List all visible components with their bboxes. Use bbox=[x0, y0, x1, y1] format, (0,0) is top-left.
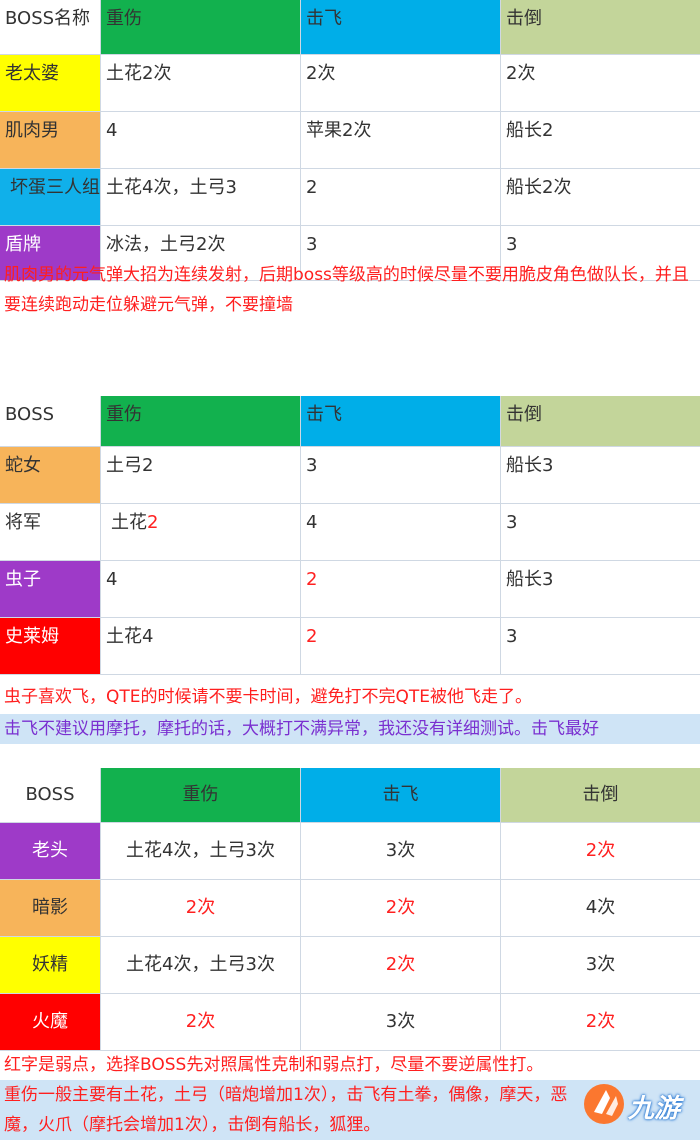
note-muscle-man: 肌肉男的元气弹大招为连续发射，后期boss等级高的时候尽量不要用脆皮角色做队长，… bbox=[4, 265, 689, 315]
header-heavy: 重伤 bbox=[101, 396, 301, 446]
header-boss: BOSS名称 bbox=[0, 0, 101, 54]
cell-knockdown: 船长3 bbox=[506, 455, 554, 476]
header-knockdown: 击倒 bbox=[501, 768, 700, 822]
cell-knockup: 4 bbox=[301, 504, 501, 560]
header-knockdown: 击倒 bbox=[501, 0, 700, 54]
cell-heavy: 4 bbox=[101, 561, 301, 617]
cell-knockdown: 船长2 bbox=[506, 120, 554, 141]
table-row: 火魔 2次 3次 2次 bbox=[0, 994, 700, 1051]
boss-name: 史莱姆 bbox=[0, 618, 101, 674]
cell-knockdown: 3 bbox=[506, 512, 518, 533]
header-knockup: 击飞 bbox=[301, 0, 501, 54]
table-row: 坏蛋三人组 土花4次，土弓3 2 船长2次 bbox=[0, 169, 700, 226]
cell-knockdown: 3 bbox=[506, 626, 518, 647]
cell-knockup-weak: 2次 bbox=[301, 880, 501, 936]
cell-knockdown: 2次 bbox=[506, 63, 536, 84]
watermark-text: 九游 bbox=[628, 1094, 681, 1124]
header-boss: BOSS bbox=[0, 768, 101, 822]
cell-heavy: 土花2次 bbox=[101, 55, 301, 111]
boss-name: 将军 bbox=[0, 504, 101, 560]
cell-knockup-weak: 2 bbox=[301, 561, 501, 617]
boss-name: 蛇女 bbox=[0, 447, 101, 503]
cell-heavy: 土花4次，土弓3次 bbox=[101, 937, 301, 993]
table-row: 暗影 2次 2次 4次 bbox=[0, 880, 700, 937]
table-row: 妖精 土花4次，土弓3次 2次 3次 bbox=[0, 937, 700, 994]
table-row: 肌肉男 4 苹果2次 船长2 bbox=[0, 112, 700, 169]
header-boss: BOSS bbox=[0, 396, 101, 446]
header-knockdown: 击倒 bbox=[501, 396, 700, 446]
cell-knockdown-weak: 2次 bbox=[585, 1011, 616, 1032]
cell-knockdown: 3次 bbox=[585, 954, 616, 975]
note-bug: 虫子喜欢飞，QTE的时候请不要卡时间，避免打不完QTE被他飞走了。 bbox=[4, 687, 533, 707]
boss-name: 老头 bbox=[0, 823, 101, 879]
boss-name: 老太婆 bbox=[0, 55, 101, 111]
cell-knockup: 2次 bbox=[301, 55, 501, 111]
cell-knockdown: 船长3 bbox=[506, 569, 554, 590]
table-row: 老头 土花4次，土弓3次 3次 2次 bbox=[0, 823, 700, 880]
table-row: 老太婆 土花2次 2次 2次 bbox=[0, 55, 700, 112]
boss-table-3: BOSS 重伤 击飞 击倒 老头 土花4次，土弓3次 3次 2次 暗影 2次 2… bbox=[0, 768, 700, 1051]
boss-name: 肌肉男 bbox=[0, 112, 101, 168]
watermark-logo: 九游 bbox=[580, 1074, 692, 1134]
weak-value: 2 bbox=[147, 512, 159, 533]
cell-heavy: 土花4 bbox=[101, 618, 301, 674]
boss-table-2: BOSS 重伤 击飞 击倒 蛇女 土弓2 3 船长3 将军 土花 2 4 3 虫子… bbox=[0, 396, 700, 675]
table-header: BOSS 重伤 击飞 击倒 bbox=[0, 768, 700, 823]
cell-heavy: 土弓2 bbox=[101, 447, 301, 503]
cell-heavy-weak: 2次 bbox=[101, 994, 301, 1050]
cell-knockup: 3次 bbox=[301, 823, 501, 879]
cell-heavy: 4 bbox=[101, 112, 301, 168]
cell-knockup-weak: 2次 bbox=[301, 937, 501, 993]
header-heavy: 重伤 bbox=[101, 768, 301, 822]
table-row: 将军 土花 2 4 3 bbox=[0, 504, 700, 561]
cell-heavy-text: 土花 bbox=[111, 512, 147, 533]
table-row: 蛇女 土弓2 3 船长3 bbox=[0, 447, 700, 504]
boss-name: 虫子 bbox=[0, 561, 101, 617]
cell-heavy: 土花4次，土弓3次 bbox=[101, 823, 301, 879]
cell-knockup: 3 bbox=[301, 447, 501, 503]
header-knockup: 击飞 bbox=[301, 396, 501, 446]
table-header: BOSS 重伤 击飞 击倒 bbox=[0, 396, 700, 447]
boss-name: 妖精 bbox=[0, 937, 101, 993]
cell-heavy: 土花4次，土弓3 bbox=[101, 169, 301, 225]
cell-knockup-weak: 2 bbox=[301, 618, 501, 674]
table-header: BOSS名称 重伤 击飞 击倒 bbox=[0, 0, 700, 55]
note-knockup: 击飞不建议用摩托，摩托的话，大概打不满异常，我还没有详细测试。击飞最好 bbox=[0, 714, 700, 744]
cell-heavy-weak: 2次 bbox=[101, 880, 301, 936]
cell-knockup: 苹果2次 bbox=[301, 112, 501, 168]
boss-table-1: BOSS名称 重伤 击飞 击倒 老太婆 土花2次 2次 2次 肌肉男 4 苹果2… bbox=[0, 0, 700, 281]
header-knockup: 击飞 bbox=[301, 768, 501, 822]
cell-knockup: 2 bbox=[301, 169, 501, 225]
table-row: 史莱姆 土花4 2 3 bbox=[0, 618, 700, 675]
table-row: 虫子 4 2 船长3 bbox=[0, 561, 700, 618]
boss-name: 暗影 bbox=[0, 880, 101, 936]
header-heavy: 重伤 bbox=[101, 0, 301, 54]
cell-knockdown: 4次 bbox=[585, 897, 616, 918]
boss-name: 火魔 bbox=[0, 994, 101, 1050]
cell-knockdown-weak: 2次 bbox=[585, 840, 616, 861]
cell-knockup: 3次 bbox=[301, 994, 501, 1050]
cell-knockdown: 船长2次 bbox=[506, 177, 572, 198]
boss-name: 坏蛋三人组 bbox=[0, 169, 101, 225]
cell-heavy: 土花 2 bbox=[101, 504, 301, 560]
